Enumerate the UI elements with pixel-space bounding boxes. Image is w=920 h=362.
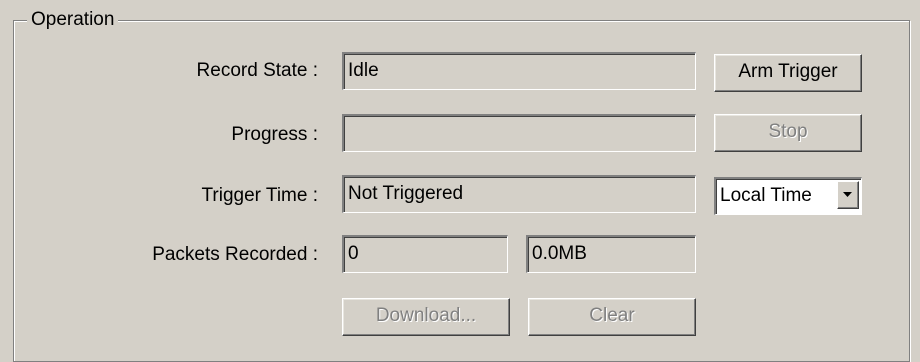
packets-count-field: 0: [342, 235, 508, 273]
arm-trigger-button[interactable]: Arm Trigger: [714, 54, 862, 92]
chevron-down-icon[interactable]: [837, 181, 859, 209]
stop-button[interactable]: Stop: [714, 114, 862, 152]
trigger-time-label: Trigger Time :: [201, 185, 319, 206]
progress-label: Progress :: [231, 124, 318, 145]
packets-recorded-label: Packets Recorded :: [152, 244, 318, 265]
record-state-field: Idle: [342, 52, 696, 90]
operation-group-title: Operation: [27, 7, 119, 33]
trigger-time-field: Not Triggered: [342, 175, 696, 213]
progress-bar: [342, 114, 696, 152]
record-state-label: Record State :: [196, 60, 318, 81]
download-button[interactable]: Download...: [342, 298, 510, 336]
time-zone-select-value: Local Time: [720, 185, 812, 206]
packets-size-field: 0.0MB: [526, 235, 696, 273]
clear-button[interactable]: Clear: [528, 298, 696, 336]
time-zone-select[interactable]: Local Time: [714, 177, 862, 215]
